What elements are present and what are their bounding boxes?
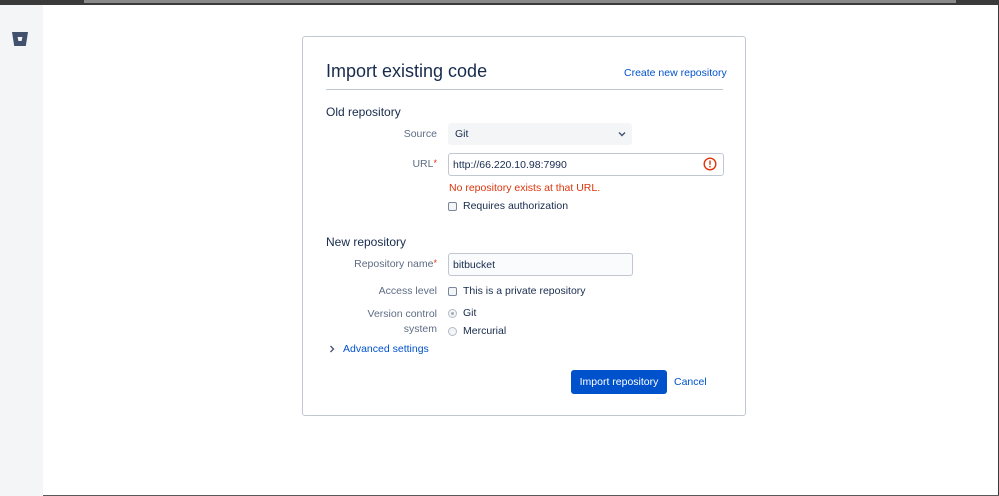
old-repository-heading: Old repository (326, 105, 401, 119)
chevron-right-icon (330, 345, 335, 353)
source-select-value: Git (455, 128, 469, 140)
new-repository-heading: New repository (326, 235, 407, 249)
required-marker: * (433, 258, 437, 268)
vcs-git-radio[interactable] (448, 308, 457, 318)
browser-address-strip (84, 0, 956, 3)
vcs-mercurial-radio[interactable] (448, 326, 457, 336)
create-new-repository-link[interactable]: Create new repository (624, 67, 727, 79)
private-repository-row[interactable]: This is a private repository (448, 285, 586, 297)
global-sidebar (0, 5, 43, 496)
advanced-settings-toggle[interactable]: Advanced settings (328, 343, 429, 355)
advanced-settings-label: Advanced settings (343, 343, 429, 355)
vcs-mercurial-label: Mercurial (463, 325, 507, 337)
private-repository-label: This is a private repository (463, 285, 586, 297)
requires-authorization-checkbox[interactable] (448, 201, 457, 211)
source-select[interactable]: Git (448, 123, 632, 145)
url-label: URL* (412, 158, 437, 170)
title-divider (326, 89, 723, 90)
url-input[interactable] (448, 153, 724, 176)
requires-authorization-row[interactable]: Requires authorization (448, 200, 568, 212)
vcs-mercurial-option[interactable]: Mercurial (448, 325, 506, 337)
bitbucket-logo-icon[interactable] (11, 30, 29, 48)
chevron-down-icon (618, 132, 626, 137)
required-marker: * (433, 158, 437, 168)
import-repository-button[interactable]: Import repository (571, 370, 667, 394)
source-label: Source (403, 128, 437, 140)
repository-name-label: Repository name* (354, 258, 437, 270)
error-icon (703, 157, 717, 171)
page-title: Import existing code (326, 61, 488, 81)
private-repository-checkbox[interactable] (448, 286, 457, 296)
version-control-label: Version control system (367, 308, 437, 335)
cancel-link[interactable]: Cancel (674, 376, 707, 388)
access-level-label: Access level (378, 285, 437, 297)
import-form-card: Import existing code Create new reposito… (302, 36, 746, 416)
requires-authorization-label: Requires authorization (463, 200, 569, 212)
vcs-git-label: Git (463, 307, 477, 319)
url-error-message: No repository exists at that URL. (449, 182, 601, 194)
repository-name-input[interactable] (448, 253, 633, 276)
vcs-git-option[interactable]: Git (448, 307, 476, 319)
browser-top-bar (0, 0, 999, 5)
